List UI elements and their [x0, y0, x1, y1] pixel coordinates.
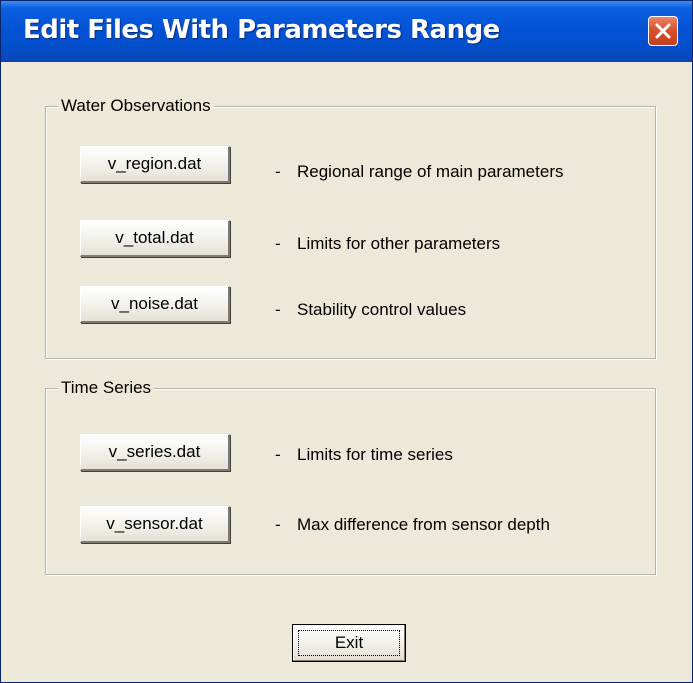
v-total-dat-button[interactable]: v_total.dat — [80, 220, 230, 257]
dialog-window: Edit Files With Parameters Range Water O… — [0, 0, 693, 683]
dialog-body: Water Observations v_region.dat - Regiona… — [5, 62, 688, 678]
group-label-water-observations: Water Observations — [58, 96, 214, 116]
description-text: Limits for time series — [297, 445, 453, 464]
description-text: Stability control values — [297, 300, 467, 319]
title-bar[interactable]: Edit Files With Parameters Range — [1, 1, 692, 62]
v-sensor-description: - Max difference from sensor depth — [275, 515, 550, 535]
separator-dash: - — [275, 162, 281, 181]
v-region-description: - Regional range of main parameters — [275, 162, 563, 182]
description-text: Regional range of main parameters — [297, 162, 564, 181]
description-text: Max difference from sensor depth — [297, 515, 550, 534]
v-series-dat-button[interactable]: v_series.dat — [80, 434, 230, 471]
separator-dash: - — [275, 300, 281, 319]
v-total-description: - Limits for other parameters — [275, 234, 500, 254]
exit-button[interactable]: Exit — [292, 624, 406, 662]
v-region-dat-button[interactable]: v_region.dat — [80, 146, 230, 183]
description-text: Limits for other parameters — [297, 234, 501, 253]
v-noise-dat-button[interactable]: v_noise.dat — [80, 286, 230, 323]
v-noise-description: - Stability control values — [275, 300, 466, 320]
separator-dash: - — [275, 445, 281, 464]
v-sensor-dat-button[interactable]: v_sensor.dat — [80, 506, 230, 543]
close-button[interactable] — [648, 16, 678, 46]
focus-rectangle — [298, 630, 400, 656]
group-label-time-series: Time Series — [58, 378, 155, 398]
window-title: Edit Files With Parameters Range — [23, 15, 500, 45]
time-series-group: Time Series — [45, 378, 656, 575]
separator-dash: - — [275, 234, 281, 253]
close-icon — [655, 23, 671, 39]
v-series-description: - Limits for time series — [275, 445, 453, 465]
separator-dash: - — [275, 515, 281, 534]
